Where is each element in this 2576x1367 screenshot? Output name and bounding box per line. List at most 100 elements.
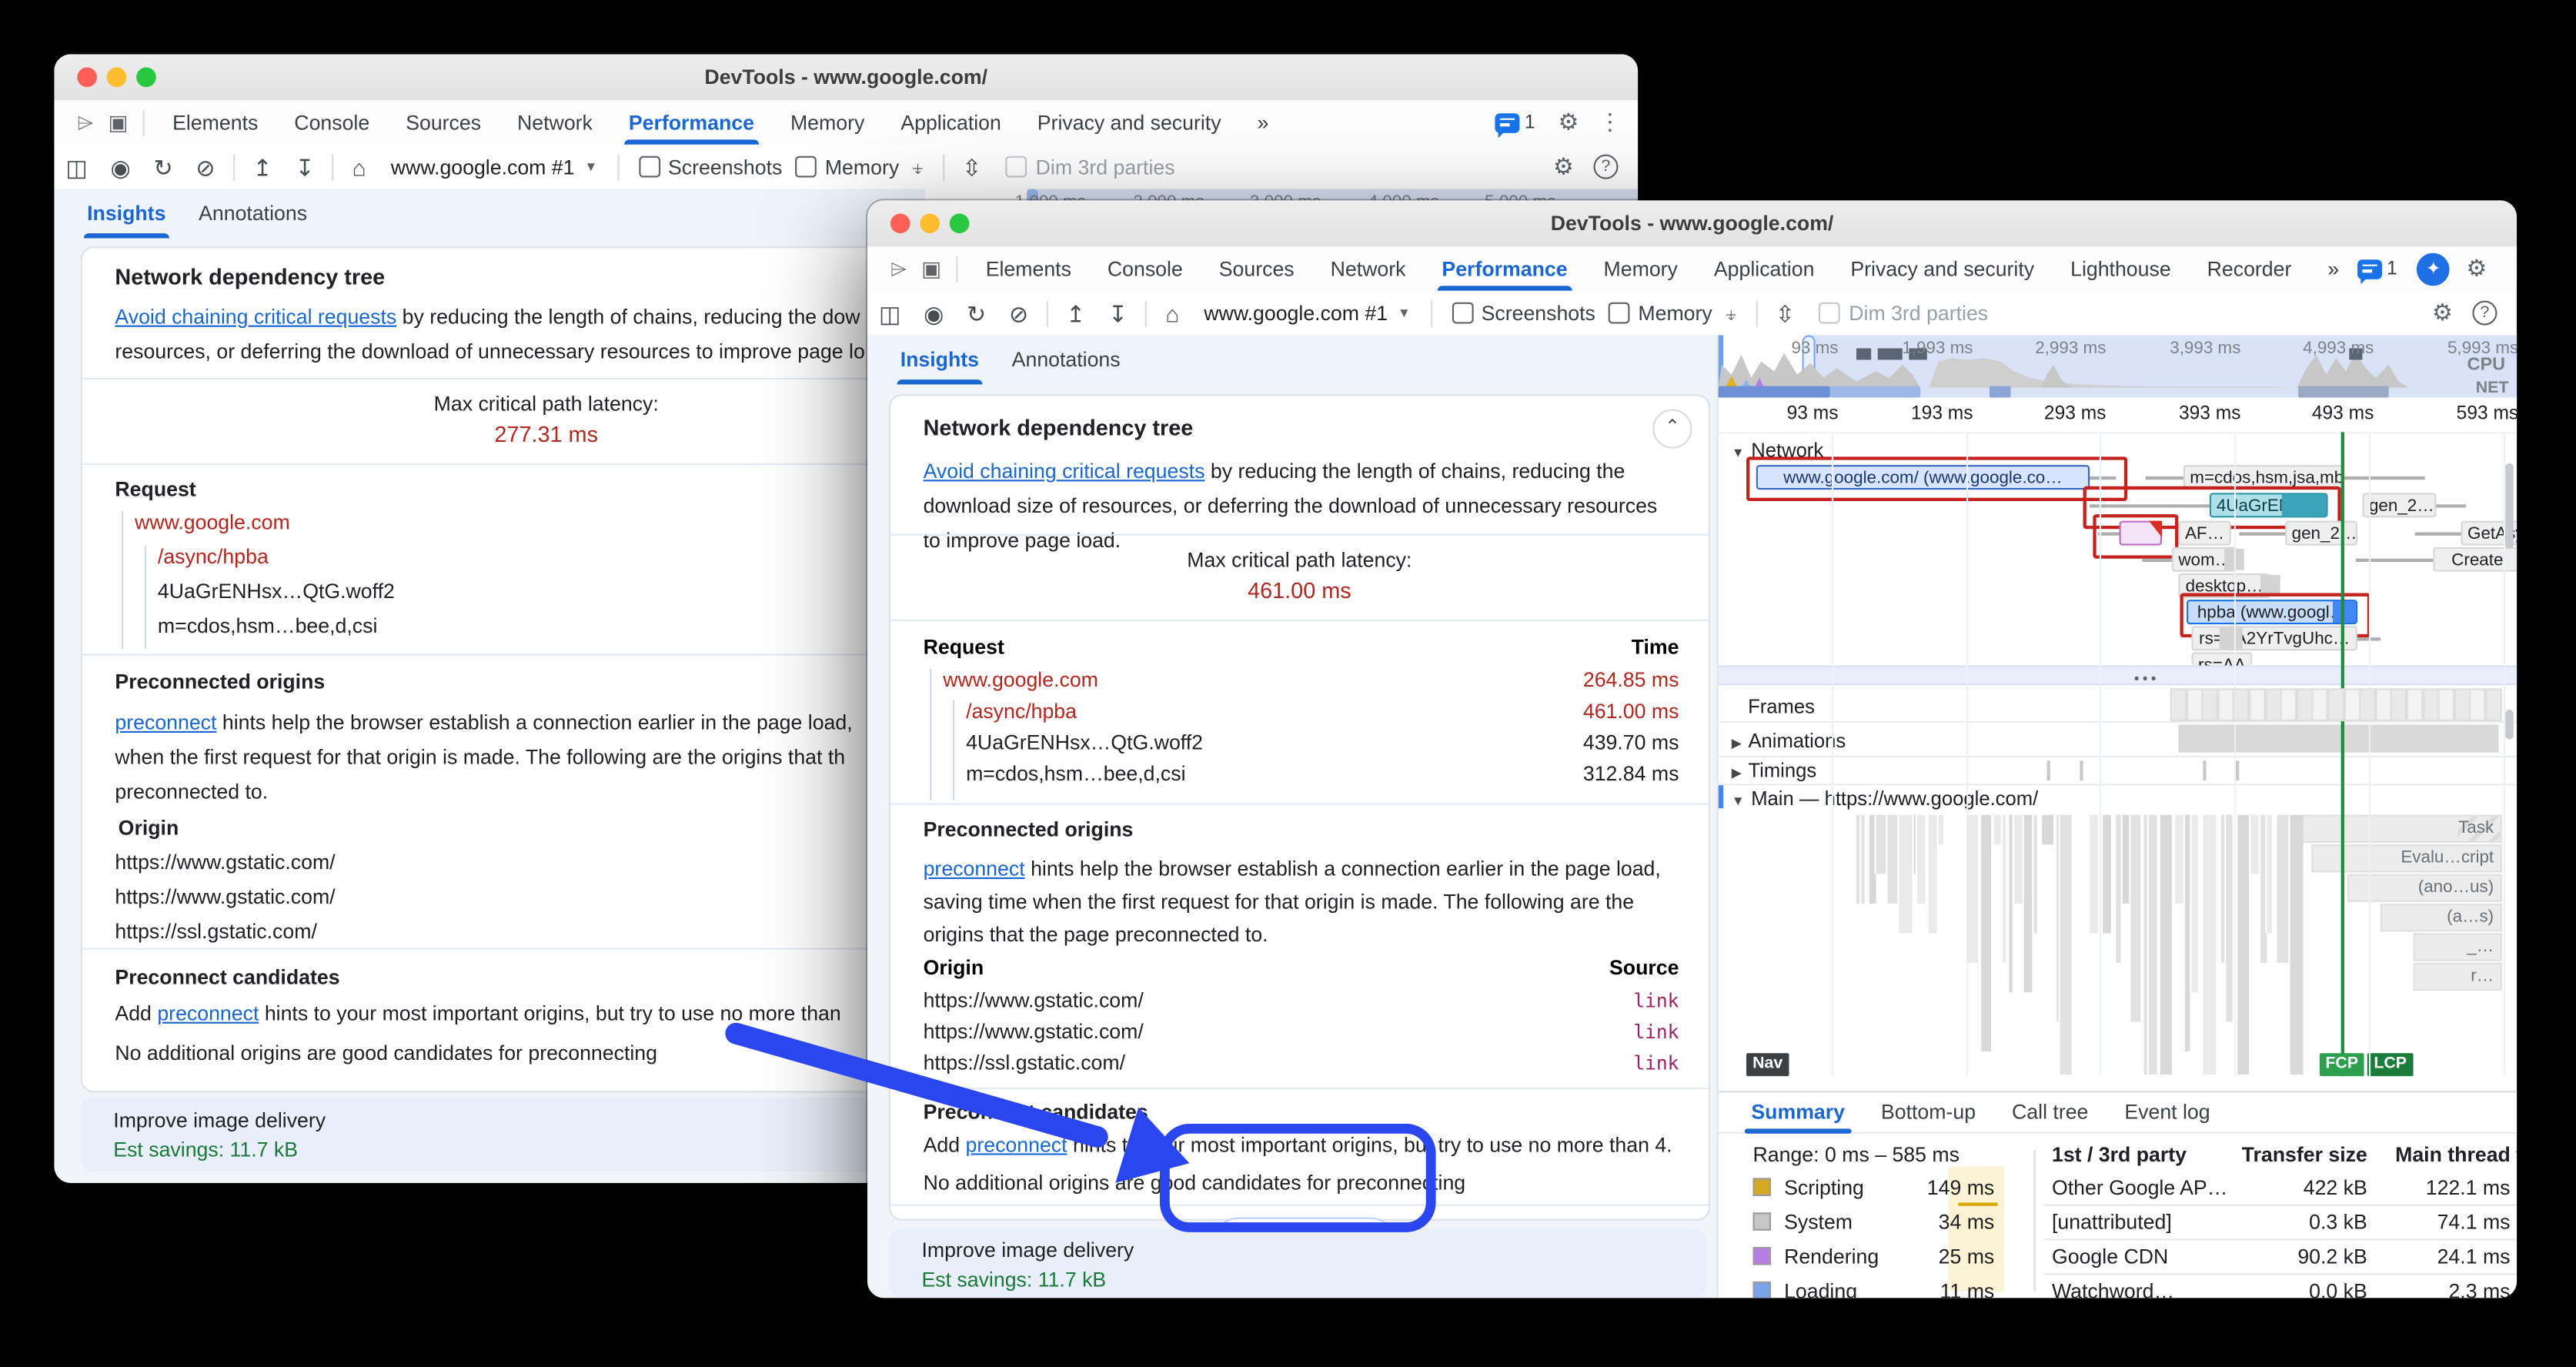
screenshots-checkbox[interactable] — [639, 156, 660, 178]
timings-track-label[interactable]: ▶Timings — [1732, 759, 1816, 782]
origin-row[interactable]: https://ssl.gstatic.com/ — [115, 920, 316, 943]
chevron-down-icon[interactable]: ▼ — [1398, 306, 1411, 320]
frames-track-label[interactable]: Frames — [1748, 695, 1815, 718]
tab-privacy[interactable]: Privacy and security — [1833, 247, 2053, 289]
perf-settings-gear-icon[interactable]: ⚙ — [2432, 299, 2453, 326]
subtab-insights[interactable]: Insights — [87, 190, 165, 238]
dim-3rd-parties-checkbox[interactable] — [1819, 302, 1841, 324]
record-icon[interactable]: ◉ — [924, 292, 944, 334]
preconnect-link[interactable]: preconnect — [115, 711, 216, 734]
preconnect-link[interactable]: preconnect — [157, 1002, 259, 1025]
network-request-bar[interactable]: rs=AA — [2191, 652, 2252, 665]
help-icon[interactable]: ? — [2472, 301, 2497, 326]
clear-icon[interactable]: ⊘ — [1009, 292, 1028, 334]
main-thread-header[interactable]: Main thread tim — [2395, 1144, 2517, 1167]
memory-label[interactable]: Memory — [1638, 302, 1712, 325]
tab-sources[interactable]: Sources — [388, 101, 499, 143]
kebab-menu-icon[interactable]: ⋮ — [2507, 255, 2517, 282]
record-icon[interactable]: ◉ — [111, 145, 131, 188]
ai-assistant-icon[interactable]: ✦ — [2417, 252, 2450, 286]
tab-summary[interactable]: Summary — [1751, 1094, 1845, 1131]
tab-memory[interactable]: Memory — [772, 101, 882, 143]
origin-source[interactable]: link — [1633, 1051, 1679, 1075]
memory-checkbox[interactable] — [1609, 302, 1630, 324]
transfer-size-header[interactable]: Transfer size — [2220, 1144, 2367, 1167]
origin-source[interactable]: link — [1633, 989, 1679, 1012]
inspect-cursor-icon[interactable]: ⌲ — [884, 256, 913, 282]
reload-record-icon[interactable]: ↻ — [153, 145, 172, 188]
party-cell[interactable]: Watchword… — [2052, 1280, 2174, 1298]
collect-garbage-icon[interactable]: ⍖ — [910, 145, 924, 188]
device-toolbar-icon[interactable]: ▣ — [103, 109, 132, 135]
dim-3rd-parties-label[interactable]: Dim 3rd parties — [1849, 302, 1988, 325]
clear-icon[interactable]: ⊘ — [195, 145, 215, 188]
download-profile-icon[interactable]: ↧ — [295, 145, 314, 188]
network-request-bar[interactable]: AF… — [2178, 521, 2230, 546]
target-selector[interactable]: www.google.com #1 — [391, 155, 575, 179]
network-request-bar[interactable]: rs=AA2YrTvgUhc… — [2191, 626, 2357, 650]
avoid-chaining-link[interactable]: Avoid chaining critical requests — [924, 460, 1205, 483]
dock-panel-icon[interactable]: ◫ — [65, 145, 87, 188]
origin-row[interactable]: https://www.gstatic.com/ — [115, 851, 335, 874]
memory-label[interactable]: Memory — [825, 155, 899, 179]
origin-row[interactable]: https://ssl.gstatic.com/ — [924, 1051, 1125, 1075]
origin-row[interactable]: https://www.gstatic.com/ — [924, 989, 1144, 1012]
tab-network[interactable]: Network — [1312, 247, 1424, 289]
tab-network[interactable]: Network — [499, 101, 611, 143]
network-request-bar[interactable]: gen_2… — [2362, 493, 2436, 517]
upload-profile-icon[interactable]: ↥ — [1066, 292, 1085, 334]
party-cell[interactable]: [unattributed] — [2052, 1211, 2172, 1234]
tab-elements[interactable]: Elements — [155, 101, 276, 143]
tab-console[interactable]: Console — [1089, 247, 1201, 289]
tab-recorder[interactable]: Recorder — [2189, 247, 2310, 289]
preconnect-link[interactable]: preconnect — [924, 857, 1025, 881]
party-cell[interactable]: Other Google AP… — [2052, 1176, 2227, 1199]
flame-task-block[interactable]: Task — [2298, 815, 2502, 843]
dim-3rd-parties-checkbox[interactable] — [1006, 156, 1027, 178]
party-header[interactable]: 1st / 3rd party — [2052, 1144, 2187, 1167]
settings-gear-icon[interactable]: ⚙ — [2466, 255, 2487, 282]
origin-row[interactable]: https://www.gstatic.com/ — [115, 885, 335, 908]
issues-icon[interactable] — [2357, 259, 2382, 279]
tab-memory[interactable]: Memory — [1585, 247, 1696, 289]
request-row[interactable]: m=cdos,hsm…bee,d,csi — [158, 614, 377, 637]
tab-console[interactable]: Console — [276, 101, 388, 143]
more-tabs-button[interactable]: » — [2310, 247, 2357, 289]
flame-block[interactable]: r… — [2414, 963, 2502, 991]
screenshots-label[interactable]: Screenshots — [1482, 302, 1595, 325]
request-row[interactable]: www.google.com — [943, 669, 1098, 692]
scrollbar-thumb[interactable] — [2505, 710, 2514, 739]
collapse-tracks-icon[interactable]: ⇳ — [1776, 292, 1795, 334]
target-selector[interactable]: www.google.com #1 — [1204, 302, 1388, 325]
collect-garbage-icon[interactable]: ⍖ — [1724, 292, 1738, 334]
tab-performance[interactable]: Performance — [1424, 247, 1585, 289]
improve-image-card[interactable]: Improve image delivery Est savings: 11.7… — [889, 1229, 1707, 1298]
memory-checkbox[interactable] — [795, 156, 817, 178]
issues-icon[interactable] — [1495, 112, 1519, 132]
device-toolbar-icon[interactable]: ▣ — [917, 256, 946, 282]
reload-record-icon[interactable]: ↻ — [967, 292, 986, 334]
main-track-label[interactable]: ▼Main — https://www.google.com/ — [1732, 787, 2038, 810]
issues-count[interactable]: 1 — [1525, 112, 1535, 132]
tab-elements[interactable]: Elements — [967, 247, 1089, 289]
screenshots-label[interactable]: Screenshots — [668, 155, 782, 179]
tab-privacy[interactable]: Privacy and security — [1019, 101, 1239, 143]
issues-count[interactable]: 1 — [2387, 259, 2397, 279]
collapse-chevron-button[interactable]: ⌃ — [1652, 409, 1692, 448]
pane-splitter[interactable]: ••• — [1719, 665, 2517, 685]
flame-anonymous-block[interactable]: (ano…us) — [2347, 874, 2502, 902]
subtab-annotations[interactable]: Annotations — [1012, 336, 1121, 384]
flame-block[interactable]: _… — [2414, 933, 2502, 961]
request-row[interactable]: /async/hpba — [158, 546, 269, 569]
request-row[interactable]: 4UaGrENHsx…QtG.woff2 — [158, 580, 395, 603]
request-row[interactable]: /async/hpba — [966, 700, 1077, 723]
tab-lighthouse[interactable]: Lighthouse — [2053, 247, 2190, 289]
request-row[interactable]: 4UaGrENHsx…QtG.woff2 — [966, 731, 1203, 754]
tab-performance[interactable]: Performance — [610, 101, 772, 143]
scrollbar-thumb[interactable] — [2505, 463, 2514, 549]
upload-profile-icon[interactable]: ↥ — [253, 145, 272, 188]
tab-event-log[interactable]: Event log — [2124, 1094, 2210, 1131]
animations-track-label[interactable]: ▶Animations — [1732, 730, 1846, 753]
tab-application[interactable]: Application — [883, 101, 1019, 143]
flame-block[interactable]: (a…s) — [2381, 904, 2502, 931]
